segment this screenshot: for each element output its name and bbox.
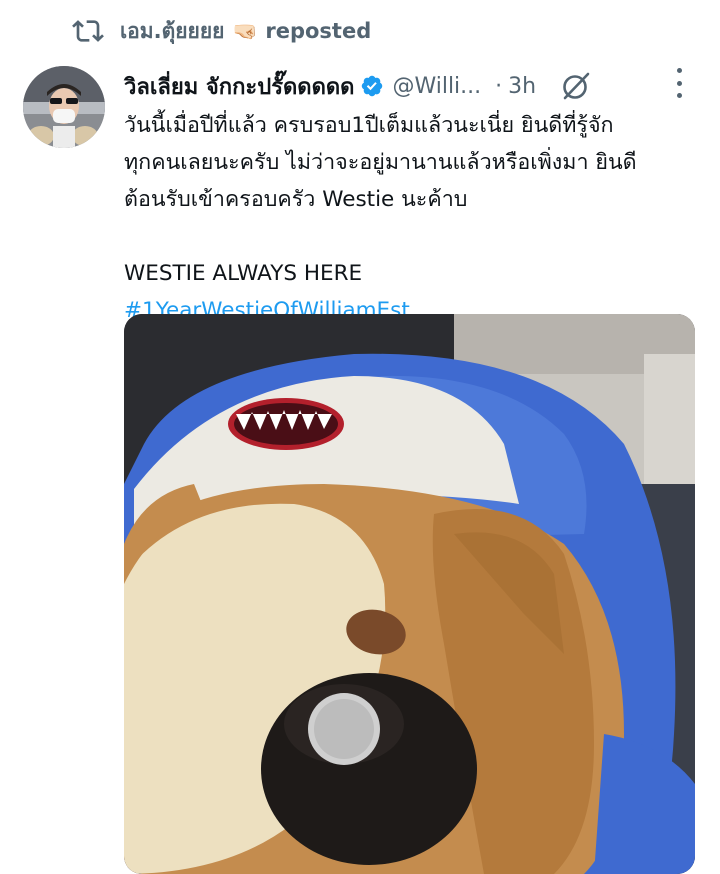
- tweet-media-photo[interactable]: [124, 314, 695, 874]
- separator-dot: ·: [495, 73, 503, 99]
- avatar[interactable]: [23, 66, 105, 148]
- repost-emoji: 🤜🏻: [232, 19, 258, 43]
- verified-badge-icon: [362, 75, 383, 97]
- more-options-icon[interactable]: [673, 68, 685, 98]
- timestamp[interactable]: 3h: [508, 74, 536, 99]
- grok-icon[interactable]: [560, 70, 592, 102]
- tweet-header: วิลเลี่ยม จักกะปรั๊ดดดดด @Willi... · 3h: [124, 66, 699, 106]
- tweet-text: วันนี้เมื่อปีที่แล้ว ครบรอบ1ปีเต็มแล้วนะ…: [124, 107, 704, 329]
- author-name[interactable]: วิลเลี่ยม จักกะปรั๊ดดดดด: [124, 69, 354, 104]
- tweet-line-1: วันนี้เมื่อปีที่แล้ว ครบรอบ1ปีเต็มแล้วนะ…: [124, 113, 614, 138]
- tweet-line-3: ต้อนรับเข้าครอบครัว Westie นะค้าบ: [124, 187, 468, 212]
- repost-indicator[interactable]: เอม.ตุ้ยยยย 🤜🏻 reposted: [72, 14, 371, 48]
- repost-icon: [72, 20, 104, 42]
- repost-label: reposted: [265, 19, 372, 43]
- author-handle[interactable]: @Willi...: [392, 74, 481, 99]
- tweet-line-2: ทุกคนเลยนะครับ ไม่ว่าจะอยู่มานานแล้วหรือ…: [124, 150, 637, 175]
- repost-user[interactable]: เอม.ตุ้ยยยย: [120, 15, 224, 48]
- tweet-line-4: WESTIE ALWAYS HERE: [124, 261, 363, 286]
